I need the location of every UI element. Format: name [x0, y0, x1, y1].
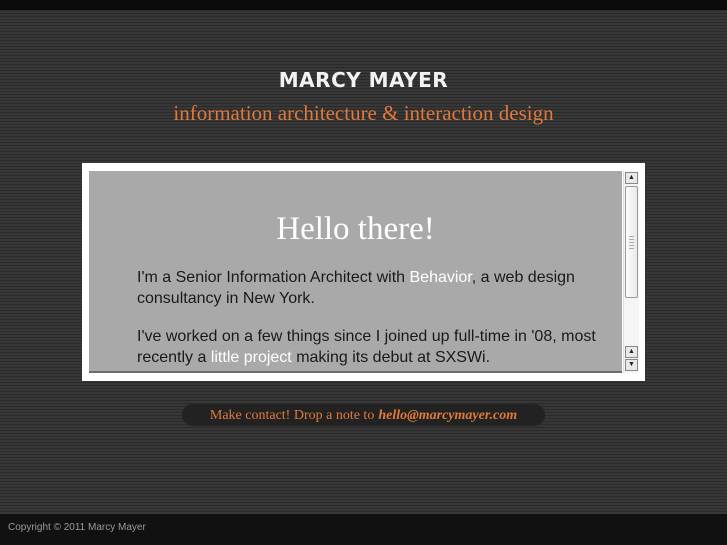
behavior-link[interactable]: Behavior: [410, 269, 472, 286]
arrow-up-icon: ▲: [628, 348, 635, 355]
content-frame: Hello there! I'm a Senior Information Ar…: [82, 163, 645, 381]
footer: Copyright © 2011 Marcy Mayer: [0, 514, 727, 545]
work-text-end: making its debut at SXSWi.: [291, 349, 491, 366]
work-paragraph: I've worked on a few things since I join…: [137, 326, 597, 368]
scroll-up-button[interactable]: ▲: [625, 172, 638, 184]
site-title: MARCY MAYER: [278, 68, 449, 92]
contact-bar: Make contact! Drop a note to hello@marcym…: [182, 404, 545, 426]
scroll-down-button[interactable]: ▼: [625, 359, 638, 371]
contact-text: Make contact! Drop a note to: [209, 408, 375, 423]
panel-divider: [89, 371, 622, 373]
panel-heading: Hello there!: [276, 211, 435, 247]
intro-panel[interactable]: Hello there! I'm a Senior Information Ar…: [89, 171, 622, 373]
copyright-text: Copyright © 2011 Marcy Mayer: [8, 522, 146, 533]
arrow-up-icon: ▲: [628, 174, 635, 181]
arrow-down-icon: ▼: [628, 361, 635, 368]
top-bar: [0, 0, 727, 10]
panel-scrollbar[interactable]: ▲ ▲ ▼: [623, 171, 639, 373]
project-link[interactable]: project: [244, 349, 292, 366]
intro-text-start: I'm a Senior Information Architect with: [137, 269, 410, 286]
grip-icon: [629, 235, 634, 249]
intro-paragraph: I'm a Senior Information Architect with …: [137, 267, 597, 309]
scroll-thumb[interactable]: [625, 186, 638, 298]
little-link[interactable]: little: [211, 349, 239, 366]
site-tagline: information architecture & interaction d…: [173, 101, 554, 125]
scroll-up-button-secondary[interactable]: ▲: [625, 346, 638, 358]
contact-email-link[interactable]: hello@marcymayer.com: [378, 408, 517, 423]
